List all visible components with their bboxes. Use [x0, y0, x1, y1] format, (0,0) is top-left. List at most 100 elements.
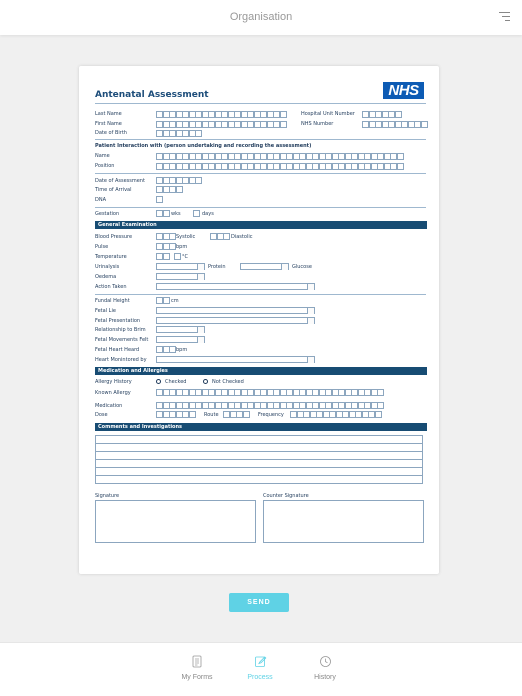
medication-band: Medication and Allergies [95, 367, 427, 375]
oedema-select[interactable] [156, 273, 205, 280]
known-allergy-label: Known Allergy [95, 390, 131, 396]
weeks-unit: wks [171, 211, 181, 217]
tab-my-forms[interactable]: My Forms [172, 655, 222, 681]
name-boxes[interactable] [156, 153, 404, 160]
fetal-lie-label: Fetal Lie [95, 308, 116, 314]
gestation-days-box[interactable] [193, 210, 200, 217]
days-unit: days [202, 211, 214, 217]
medication-label: Medication [95, 403, 123, 409]
tab-label: My Forms [181, 674, 213, 681]
checked-radio[interactable] [156, 379, 161, 384]
glucose-label: Glucose [292, 264, 312, 270]
position-label: Position [95, 163, 115, 169]
frequency-boxes[interactable] [290, 411, 382, 418]
allergy-history-label: Allergy History [95, 379, 132, 385]
dose-label: Dose [95, 412, 108, 418]
systolic-label: Systolic [176, 234, 196, 240]
gestation-weeks-boxes[interactable] [156, 210, 170, 217]
counter-signature-box[interactable] [263, 500, 424, 543]
nhs-number-boxes[interactable] [362, 121, 428, 128]
clock-icon [300, 655, 350, 668]
fetal-movements-select[interactable] [156, 336, 205, 343]
menu-icon[interactable] [499, 12, 510, 22]
fetal-presentation-select[interactable] [156, 317, 315, 324]
pulse-unit: bpm [176, 244, 188, 250]
fetal-heart-boxes[interactable] [156, 346, 176, 353]
divider [95, 103, 426, 104]
temperature-boxes[interactable] [156, 253, 170, 260]
dose-boxes[interactable] [156, 411, 196, 418]
last-name-boxes[interactable] [156, 111, 287, 118]
frequency-label: Frequency [258, 412, 284, 418]
diastolic-boxes[interactable] [210, 233, 230, 240]
dna-checkbox[interactable] [156, 196, 163, 203]
diastolic-label: Diastolic [231, 234, 253, 240]
route-label: Route [204, 412, 219, 418]
date-of-assessment-label: Date of Assessment [95, 178, 145, 184]
cm-unit: cm [171, 298, 179, 304]
not-checked-radio[interactable] [203, 379, 208, 384]
first-name-boxes[interactable] [156, 121, 287, 128]
comment-line[interactable] [95, 451, 423, 459]
comment-line[interactable] [95, 459, 423, 467]
last-name-label: Last Name [95, 111, 122, 117]
form-preview[interactable]: Antenatal Assessment NHS Last Name First… [79, 66, 439, 574]
edit-icon [235, 655, 285, 668]
urinalysis-select[interactable] [156, 263, 205, 270]
divider [95, 139, 426, 140]
checked-label: Checked [165, 379, 187, 385]
action-taken-select[interactable] [156, 283, 315, 290]
tab-history[interactable]: History [300, 655, 350, 681]
fetal-movements-label: Fetal Movements Felt [95, 337, 149, 343]
comments-heading: Comments and Investigations [98, 424, 183, 430]
heart-monitored-label: Heart Monintored by [95, 357, 147, 363]
fetal-heart-unit: bpm [176, 347, 188, 353]
glucose-select[interactable] [240, 263, 289, 270]
hospital-unit-number-label: Hospital Unit Number [301, 111, 355, 117]
urinalysis-label: Urinalysis [95, 264, 120, 270]
date-boxes[interactable] [156, 177, 202, 184]
temperature-decimal-box[interactable] [174, 253, 181, 260]
signature-box[interactable] [95, 500, 256, 543]
oedema-label: Oedema [95, 274, 117, 280]
celsius-unit: °C [182, 254, 188, 260]
comment-line[interactable] [95, 443, 423, 451]
route-boxes[interactable] [223, 411, 250, 418]
page-title: Organisation [229, 11, 293, 23]
position-boxes[interactable] [156, 163, 404, 170]
systolic-boxes[interactable] [156, 233, 176, 240]
comment-line[interactable] [95, 467, 423, 475]
pulse-label: Pulse [95, 244, 109, 250]
first-name-label: First Name [95, 121, 122, 127]
time-of-arrival-label: Time of Arrival [95, 187, 132, 193]
comment-line[interactable] [95, 435, 423, 443]
temperature-label: Temperature [95, 254, 127, 260]
protein-label: Protein [208, 264, 226, 270]
comment-line[interactable] [95, 475, 423, 484]
form-title: Antenatal Assessment [95, 90, 209, 100]
name-label: Name [95, 153, 110, 159]
send-button[interactable]: SEND [229, 593, 289, 612]
known-allergy-boxes[interactable] [156, 389, 384, 396]
general-examination-heading: General Examination [98, 222, 157, 228]
time-boxes[interactable] [156, 186, 183, 193]
action-taken-label: Action Taken [95, 284, 127, 290]
fundal-height-boxes[interactable] [156, 297, 170, 304]
counter-signature-label: Counter Signature [263, 493, 309, 499]
blood-pressure-label: Blood Pressure [95, 234, 133, 240]
pulse-boxes[interactable] [156, 243, 176, 250]
tab-process[interactable]: Process [235, 655, 285, 681]
tab-label: Process [247, 674, 273, 681]
medication-boxes[interactable] [156, 402, 384, 409]
divider [95, 173, 426, 174]
heart-monitored-select[interactable] [156, 356, 315, 363]
relationship-select[interactable] [156, 326, 205, 333]
relationship-label: Relationship to Brim [95, 327, 146, 333]
document-icon [172, 655, 222, 668]
medication-heading: Medication and Allergies [98, 368, 168, 374]
hospital-unit-number-boxes[interactable] [362, 111, 402, 118]
fetal-lie-select[interactable] [156, 307, 315, 314]
dob-boxes[interactable] [156, 130, 202, 137]
interaction-heading: Patient Interaction with (person underta… [95, 143, 312, 149]
signature-label: Signature [95, 493, 120, 499]
